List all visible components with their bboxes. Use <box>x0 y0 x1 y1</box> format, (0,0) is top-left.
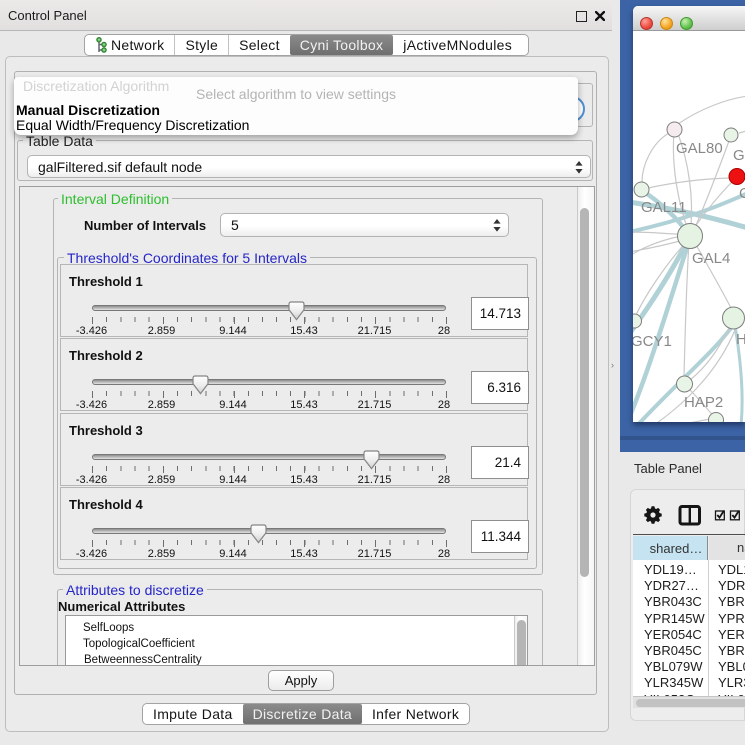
svg-text:GCY1: GCY1 <box>633 333 672 350</box>
svg-text:HAP2: HAP2 <box>684 394 723 411</box>
svg-text:H: H <box>736 331 745 348</box>
svg-text:C: C <box>739 185 745 202</box>
svg-text:GAL80: GAL80 <box>676 140 723 157</box>
svg-text:GAL11: GAL11 <box>641 199 687 216</box>
svg-text:GAL4: GAL4 <box>692 250 730 267</box>
svg-text:G.: G. <box>733 147 745 164</box>
